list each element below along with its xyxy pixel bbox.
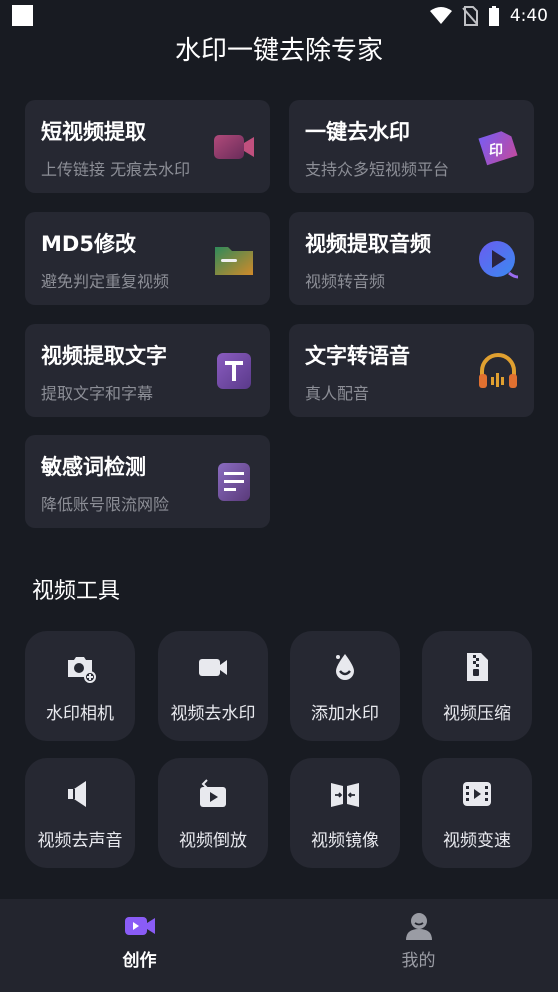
- profile-icon: [406, 913, 432, 940]
- tool-label: 视频镜像: [311, 831, 379, 851]
- tool-video-mirror[interactable]: 视频镜像: [290, 758, 400, 868]
- tool-label: 添加水印: [311, 704, 379, 724]
- card-subtitle: 真人配音: [305, 384, 370, 403]
- tool-label: 水印相机: [46, 704, 114, 724]
- battery-icon: [488, 6, 499, 26]
- feature-card-text-to-speech[interactable]: 文字转语音 真人配音: [289, 324, 534, 417]
- tool-label: 视频去声音: [37, 831, 123, 851]
- text-t-icon: [217, 353, 251, 389]
- audio-play-icon: [479, 241, 519, 279]
- tool-label: 视频压缩: [443, 704, 511, 724]
- nav-label-mine: 我的: [401, 951, 436, 971]
- create-video-icon: [125, 917, 155, 935]
- tool-label: 视频变速: [443, 831, 511, 851]
- card-subtitle: 视频转音频: [305, 272, 386, 291]
- camera-plus-icon: [68, 657, 96, 683]
- card-subtitle: 提取文字和字幕: [41, 384, 154, 403]
- card-title: 文字转语音: [305, 344, 410, 368]
- card-title: 视频提取文字: [41, 344, 167, 368]
- video-camera-icon: [214, 135, 254, 159]
- card-title: 视频提取音频: [305, 232, 431, 256]
- nav-label-create: 创作: [122, 951, 157, 971]
- section-title-video-tools: 视频工具: [32, 579, 121, 604]
- card-title: MD5修改: [41, 232, 136, 256]
- nav-item-mine[interactable]: 我的: [279, 899, 558, 992]
- watermark-eraser-icon: 印: [478, 131, 518, 166]
- card-subtitle: 避免判定重复视频: [41, 272, 170, 291]
- wifi-icon: [429, 7, 452, 24]
- card-subtitle: 降低账号限流网险: [41, 495, 170, 514]
- rewind-play-icon: [200, 779, 226, 807]
- tool-label: 视频倒放: [179, 831, 247, 851]
- tool-video-compress[interactable]: 视频压缩: [422, 631, 532, 741]
- nav-item-create[interactable]: 创作: [0, 899, 279, 992]
- svg-text:印: 印: [489, 142, 503, 159]
- card-subtitle: 上传链接 无痕去水印: [41, 160, 191, 179]
- document-lines-icon: [218, 463, 250, 501]
- tool-add-watermark[interactable]: 添加水印: [290, 631, 400, 741]
- headphones-icon: [479, 353, 517, 388]
- speaker-mute-icon: [68, 781, 86, 807]
- tool-watermark-camera[interactable]: 水印相机: [25, 631, 135, 741]
- feature-card-sensitive-words[interactable]: 敏感词检测 降低账号限流网险: [25, 435, 270, 528]
- card-subtitle: 支持众多短视频平台: [305, 160, 450, 179]
- notification-icon: [12, 5, 33, 26]
- tool-video-remove-watermark[interactable]: 视频去水印: [158, 631, 268, 741]
- video-camera-icon: [199, 659, 227, 676]
- mirror-icon: [331, 783, 359, 807]
- status-icons: 4:40: [429, 4, 548, 28]
- zip-file-icon: [467, 653, 488, 681]
- water-drop-icon: [336, 654, 354, 680]
- card-title: 敏感词检测: [41, 455, 146, 479]
- film-speed-icon: [463, 782, 491, 806]
- tool-video-remove-sound[interactable]: 视频去声音: [25, 758, 135, 868]
- feature-card-extract-text[interactable]: 视频提取文字 提取文字和字幕: [25, 324, 270, 417]
- no-sim-icon: [462, 6, 478, 26]
- clock: 4:40: [509, 6, 548, 26]
- feature-card-remove-watermark[interactable]: 一键去水印 支持众多短视频平台 印: [289, 100, 534, 193]
- card-title: 一键去水印: [305, 120, 410, 144]
- folder-icon: [215, 247, 253, 275]
- tool-label: 视频去水印: [170, 704, 256, 724]
- status-bar: 4:40: [0, 0, 558, 32]
- feature-card-extract-audio[interactable]: 视频提取音频 视频转音频: [289, 212, 534, 305]
- bottom-nav: 创作 我的: [0, 899, 558, 992]
- feature-card-video-extract[interactable]: 短视频提取 上传链接 无痕去水印: [25, 100, 270, 193]
- feature-card-md5[interactable]: MD5修改 避免判定重复视频: [25, 212, 270, 305]
- page-title: 水印一键去除专家: [174, 36, 383, 66]
- tool-video-speed[interactable]: 视频变速: [422, 758, 532, 868]
- tool-video-reverse[interactable]: 视频倒放: [158, 758, 268, 868]
- card-title: 短视频提取: [41, 120, 146, 144]
